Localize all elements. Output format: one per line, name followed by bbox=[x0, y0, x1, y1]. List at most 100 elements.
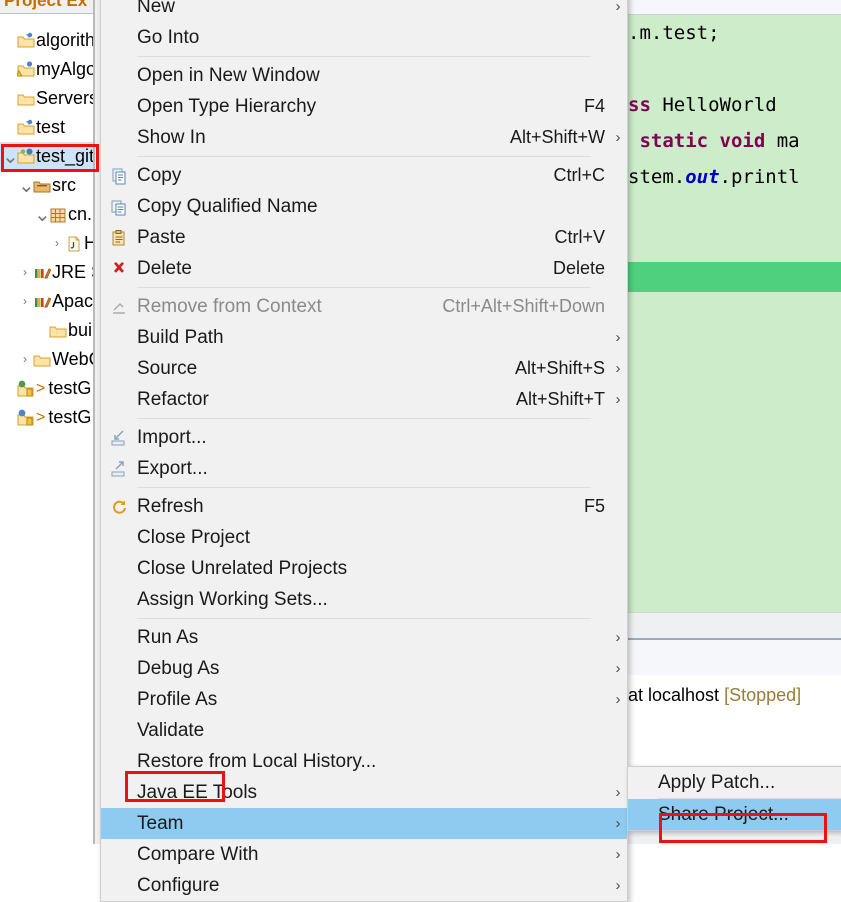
submenu-item-label: Apply Patch... bbox=[658, 772, 776, 793]
menu-item-label: Source bbox=[137, 358, 198, 379]
tree-item-prefix: > bbox=[36, 380, 46, 397]
folder-icon bbox=[16, 90, 36, 108]
submenu-chevron-icon: › bbox=[615, 691, 621, 708]
project-context-menu[interactable]: New›Go Into›Open in New Window›Open Type… bbox=[100, 0, 628, 902]
menu-item-paste[interactable]: PasteCtrl+V› bbox=[101, 222, 627, 253]
menu-item-refresh[interactable]: RefreshF5› bbox=[101, 491, 627, 522]
right-pane: .m.test; ss HelloWorld static void ma stem… bbox=[626, 0, 841, 844]
delete-icon bbox=[101, 260, 137, 278]
source-folder-icon bbox=[32, 177, 52, 195]
tree-item-src[interactable]: ⌄ src bbox=[0, 171, 93, 200]
menu-item-debug-as[interactable]: Debug As › bbox=[101, 653, 627, 684]
menu-item-build-path[interactable]: Build Path › bbox=[101, 322, 627, 353]
menu-item-label: Show In bbox=[137, 127, 206, 148]
menu-item-shortcut: F5 bbox=[583, 496, 605, 516]
tree-item-apac[interactable]: › Apac bbox=[0, 287, 93, 316]
tree-item-testg[interactable]: > testG bbox=[0, 403, 93, 432]
tree-item-build[interactable]: build bbox=[0, 316, 93, 345]
web-project-icon bbox=[16, 380, 36, 398]
menu-item-configure[interactable]: Configure › bbox=[101, 870, 627, 901]
submenu-chevron-icon: › bbox=[615, 360, 621, 377]
menu-item-export[interactable]: Export...› bbox=[101, 453, 627, 484]
menu-item-label: Refactor bbox=[137, 389, 209, 410]
tree-item-label: cn. bbox=[68, 204, 93, 224]
editor-bottom-strip bbox=[626, 612, 841, 639]
tree-item-servers[interactable]: Servers bbox=[0, 84, 93, 113]
tree-item-label: myAlgo bbox=[36, 59, 93, 79]
twisty-collapsed-icon[interactable]: › bbox=[18, 287, 32, 316]
tree-item-jre-s[interactable]: › JRE S bbox=[0, 258, 93, 287]
java-editor[interactable]: .m.test; ss HelloWorld static void ma stem… bbox=[626, 15, 841, 612]
menu-item-label: Team bbox=[137, 813, 184, 834]
editor-tab-strip[interactable] bbox=[626, 0, 841, 15]
server-list-item[interactable]: at localhost [Stopped] bbox=[626, 681, 841, 709]
project-explorer-view[interactable]: Project Ex algorith myAlgo Servers test ⌄ tes… bbox=[0, 0, 93, 844]
twisty-collapsed-icon[interactable]: › bbox=[18, 258, 32, 287]
menu-item-refactor[interactable]: Refactor Alt+Shift+T › bbox=[101, 384, 627, 415]
menu-item-copy-qualified-name[interactable]: Copy Qualified Name› bbox=[101, 191, 627, 222]
menu-item-assign-working-sets[interactable]: Assign Working Sets...› bbox=[101, 584, 627, 615]
menu-item-open-type-hierarchy[interactable]: Open Type HierarchyF4› bbox=[101, 91, 627, 122]
code-line: stem.out.printl bbox=[626, 159, 841, 195]
menu-item-label: Close Unrelated Projects bbox=[137, 558, 348, 579]
menu-item-label: Open Type Hierarchy bbox=[137, 96, 317, 117]
menu-item-label: Build Path bbox=[137, 327, 224, 348]
tree-item-label: Servers bbox=[36, 88, 93, 108]
menu-item-run-as[interactable]: Run As › bbox=[101, 622, 627, 653]
tree-item-test[interactable]: test bbox=[0, 113, 93, 142]
menu-separator bbox=[137, 287, 591, 288]
twisty-expanded-icon[interactable]: ⌄ bbox=[18, 176, 35, 196]
tree-item-algorith[interactable]: algorith bbox=[0, 26, 93, 55]
twisty-expanded-icon[interactable]: ⌄ bbox=[34, 205, 51, 225]
refresh-icon bbox=[101, 498, 137, 516]
annotation-box-test-git bbox=[1, 144, 99, 172]
copy-icon bbox=[101, 167, 137, 185]
submenu-chevron-icon: › bbox=[615, 629, 621, 646]
explorer-divider bbox=[93, 0, 95, 844]
menu-item-new[interactable]: New › bbox=[101, 0, 627, 22]
folder-icon bbox=[32, 351, 52, 369]
menu-item-team[interactable]: Team › bbox=[101, 808, 627, 839]
menu-item-shortcut: F4 bbox=[583, 96, 605, 116]
menu-item-label: Copy bbox=[137, 165, 182, 186]
code-token: out bbox=[685, 166, 720, 188]
tree-item-label: algorith bbox=[36, 30, 93, 50]
editor-change-marker bbox=[626, 262, 841, 292]
menu-item-label: Assign Working Sets... bbox=[137, 589, 328, 610]
menu-item-go-into[interactable]: Go Into› bbox=[101, 22, 627, 53]
menu-item-label: New bbox=[137, 0, 176, 17]
project-explorer-tab[interactable]: Project Ex bbox=[0, 0, 93, 14]
menu-item-label: Export... bbox=[137, 458, 208, 479]
menu-item-copy[interactable]: CopyCtrl+C› bbox=[101, 160, 627, 191]
menu-item-validate[interactable]: Validate› bbox=[101, 715, 627, 746]
tree-item-testg[interactable]: > testG bbox=[0, 374, 93, 403]
servers-view-tab-strip[interactable] bbox=[626, 638, 841, 677]
twisty-collapsed-icon[interactable]: › bbox=[18, 345, 32, 374]
menu-item-open-in-new-window[interactable]: Open in New Window› bbox=[101, 60, 627, 91]
menu-item-close-unrelated-projects[interactable]: Close Unrelated Projects› bbox=[101, 553, 627, 584]
tree-item-myalgo[interactable]: myAlgo bbox=[0, 55, 93, 84]
twisty-collapsed-icon[interactable]: › bbox=[50, 229, 64, 258]
menu-item-shortcut: Alt+Shift+T bbox=[515, 389, 605, 409]
tree-item-cn-[interactable]: ⌄ cn. bbox=[0, 200, 93, 229]
menu-item-delete[interactable]: DeleteDelete› bbox=[101, 253, 627, 284]
code-line: .m.test; bbox=[626, 15, 841, 51]
tree-item-webc[interactable]: › WebC bbox=[0, 345, 93, 374]
submenu-item-apply-patch[interactable]: Apply Patch... bbox=[628, 767, 841, 798]
copy-qualified-icon bbox=[101, 198, 137, 216]
import-icon bbox=[101, 429, 137, 447]
annotation-box-share-project bbox=[659, 813, 827, 843]
tree-item-label: test bbox=[36, 117, 66, 137]
tree-item-h[interactable]: › H bbox=[0, 229, 93, 258]
project-tree[interactable]: algorith myAlgo Servers test ⌄ test_git ⌄ src ⌄ c… bbox=[0, 26, 93, 432]
menu-item-source[interactable]: Source Alt+Shift+S › bbox=[101, 353, 627, 384]
tree-item-label: H bbox=[84, 233, 93, 253]
submenu-chevron-icon: › bbox=[615, 129, 621, 146]
menu-item-close-project[interactable]: Close Project› bbox=[101, 522, 627, 553]
menu-item-show-in[interactable]: Show In Alt+Shift+W › bbox=[101, 122, 627, 153]
menu-item-import[interactable]: Import...› bbox=[101, 422, 627, 453]
menu-separator bbox=[137, 156, 591, 157]
menu-item-profile-as[interactable]: Profile As › bbox=[101, 684, 627, 715]
export-icon bbox=[101, 460, 137, 478]
